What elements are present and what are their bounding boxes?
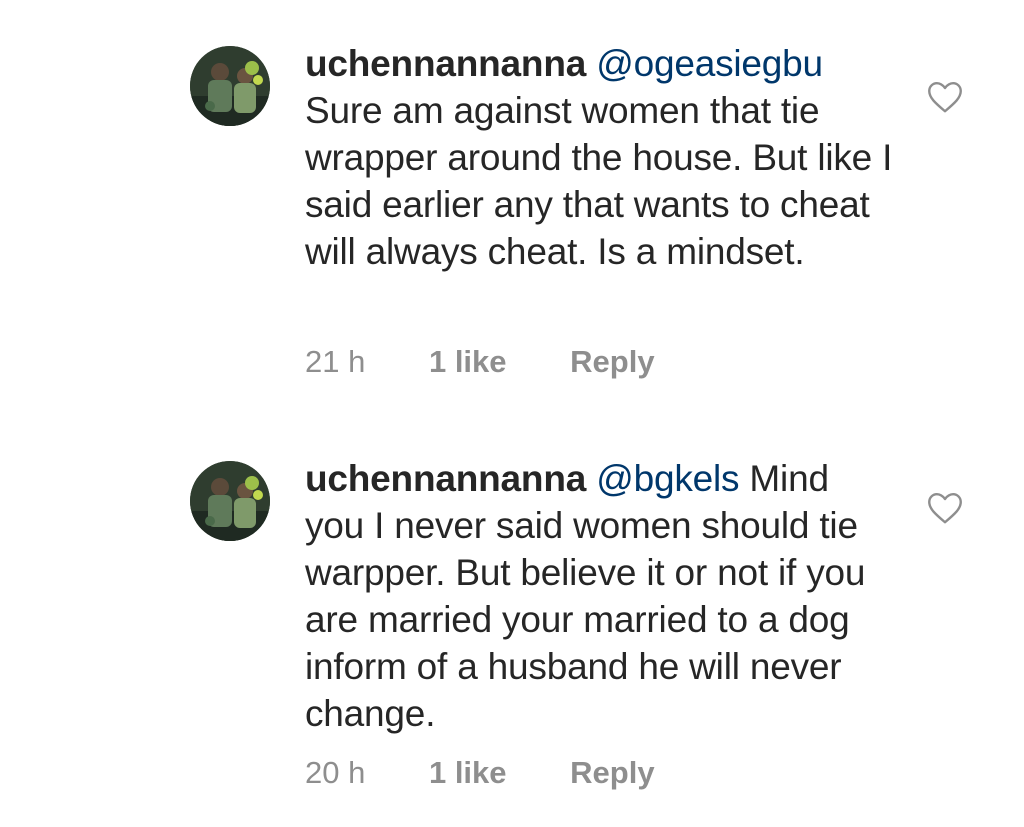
- avatar[interactable]: [190, 461, 270, 541]
- comment-text: Sure am against women that tie wrapper a…: [305, 90, 893, 272]
- comment-meta: 20 h 1 like Reply: [305, 753, 655, 793]
- comment-mention[interactable]: @bgkels: [596, 458, 739, 499]
- comment-body: uchennannanna @ogeasiegbu Sure am agains…: [305, 40, 895, 275]
- reply-button[interactable]: Reply: [570, 753, 654, 793]
- avatar[interactable]: [190, 46, 270, 126]
- comment-meta: 21 h 1 like Reply: [305, 342, 655, 382]
- comment-timestamp: 21 h: [305, 344, 366, 379]
- comment-body: uchennannanna @bgkels Mind you I never s…: [305, 455, 895, 737]
- comment-text: Mind you I never said women should tie w…: [305, 458, 866, 734]
- like-button[interactable]: [927, 491, 963, 525]
- like-button[interactable]: [927, 80, 963, 114]
- reply-button[interactable]: Reply: [570, 342, 654, 382]
- user-avatar-photo-icon: [190, 46, 270, 126]
- comment-likes-count[interactable]: 1 like: [429, 753, 507, 793]
- comment-username[interactable]: uchennannanna: [305, 43, 586, 84]
- comment-timestamp: 20 h: [305, 755, 366, 790]
- heart-outline-icon: [928, 82, 962, 113]
- comment-likes-count[interactable]: 1 like: [429, 342, 507, 382]
- heart-outline-icon: [928, 493, 962, 524]
- comment-mention[interactable]: @ogeasiegbu: [596, 43, 823, 84]
- user-avatar-photo-icon: [190, 461, 270, 541]
- comment-username[interactable]: uchennannanna: [305, 458, 586, 499]
